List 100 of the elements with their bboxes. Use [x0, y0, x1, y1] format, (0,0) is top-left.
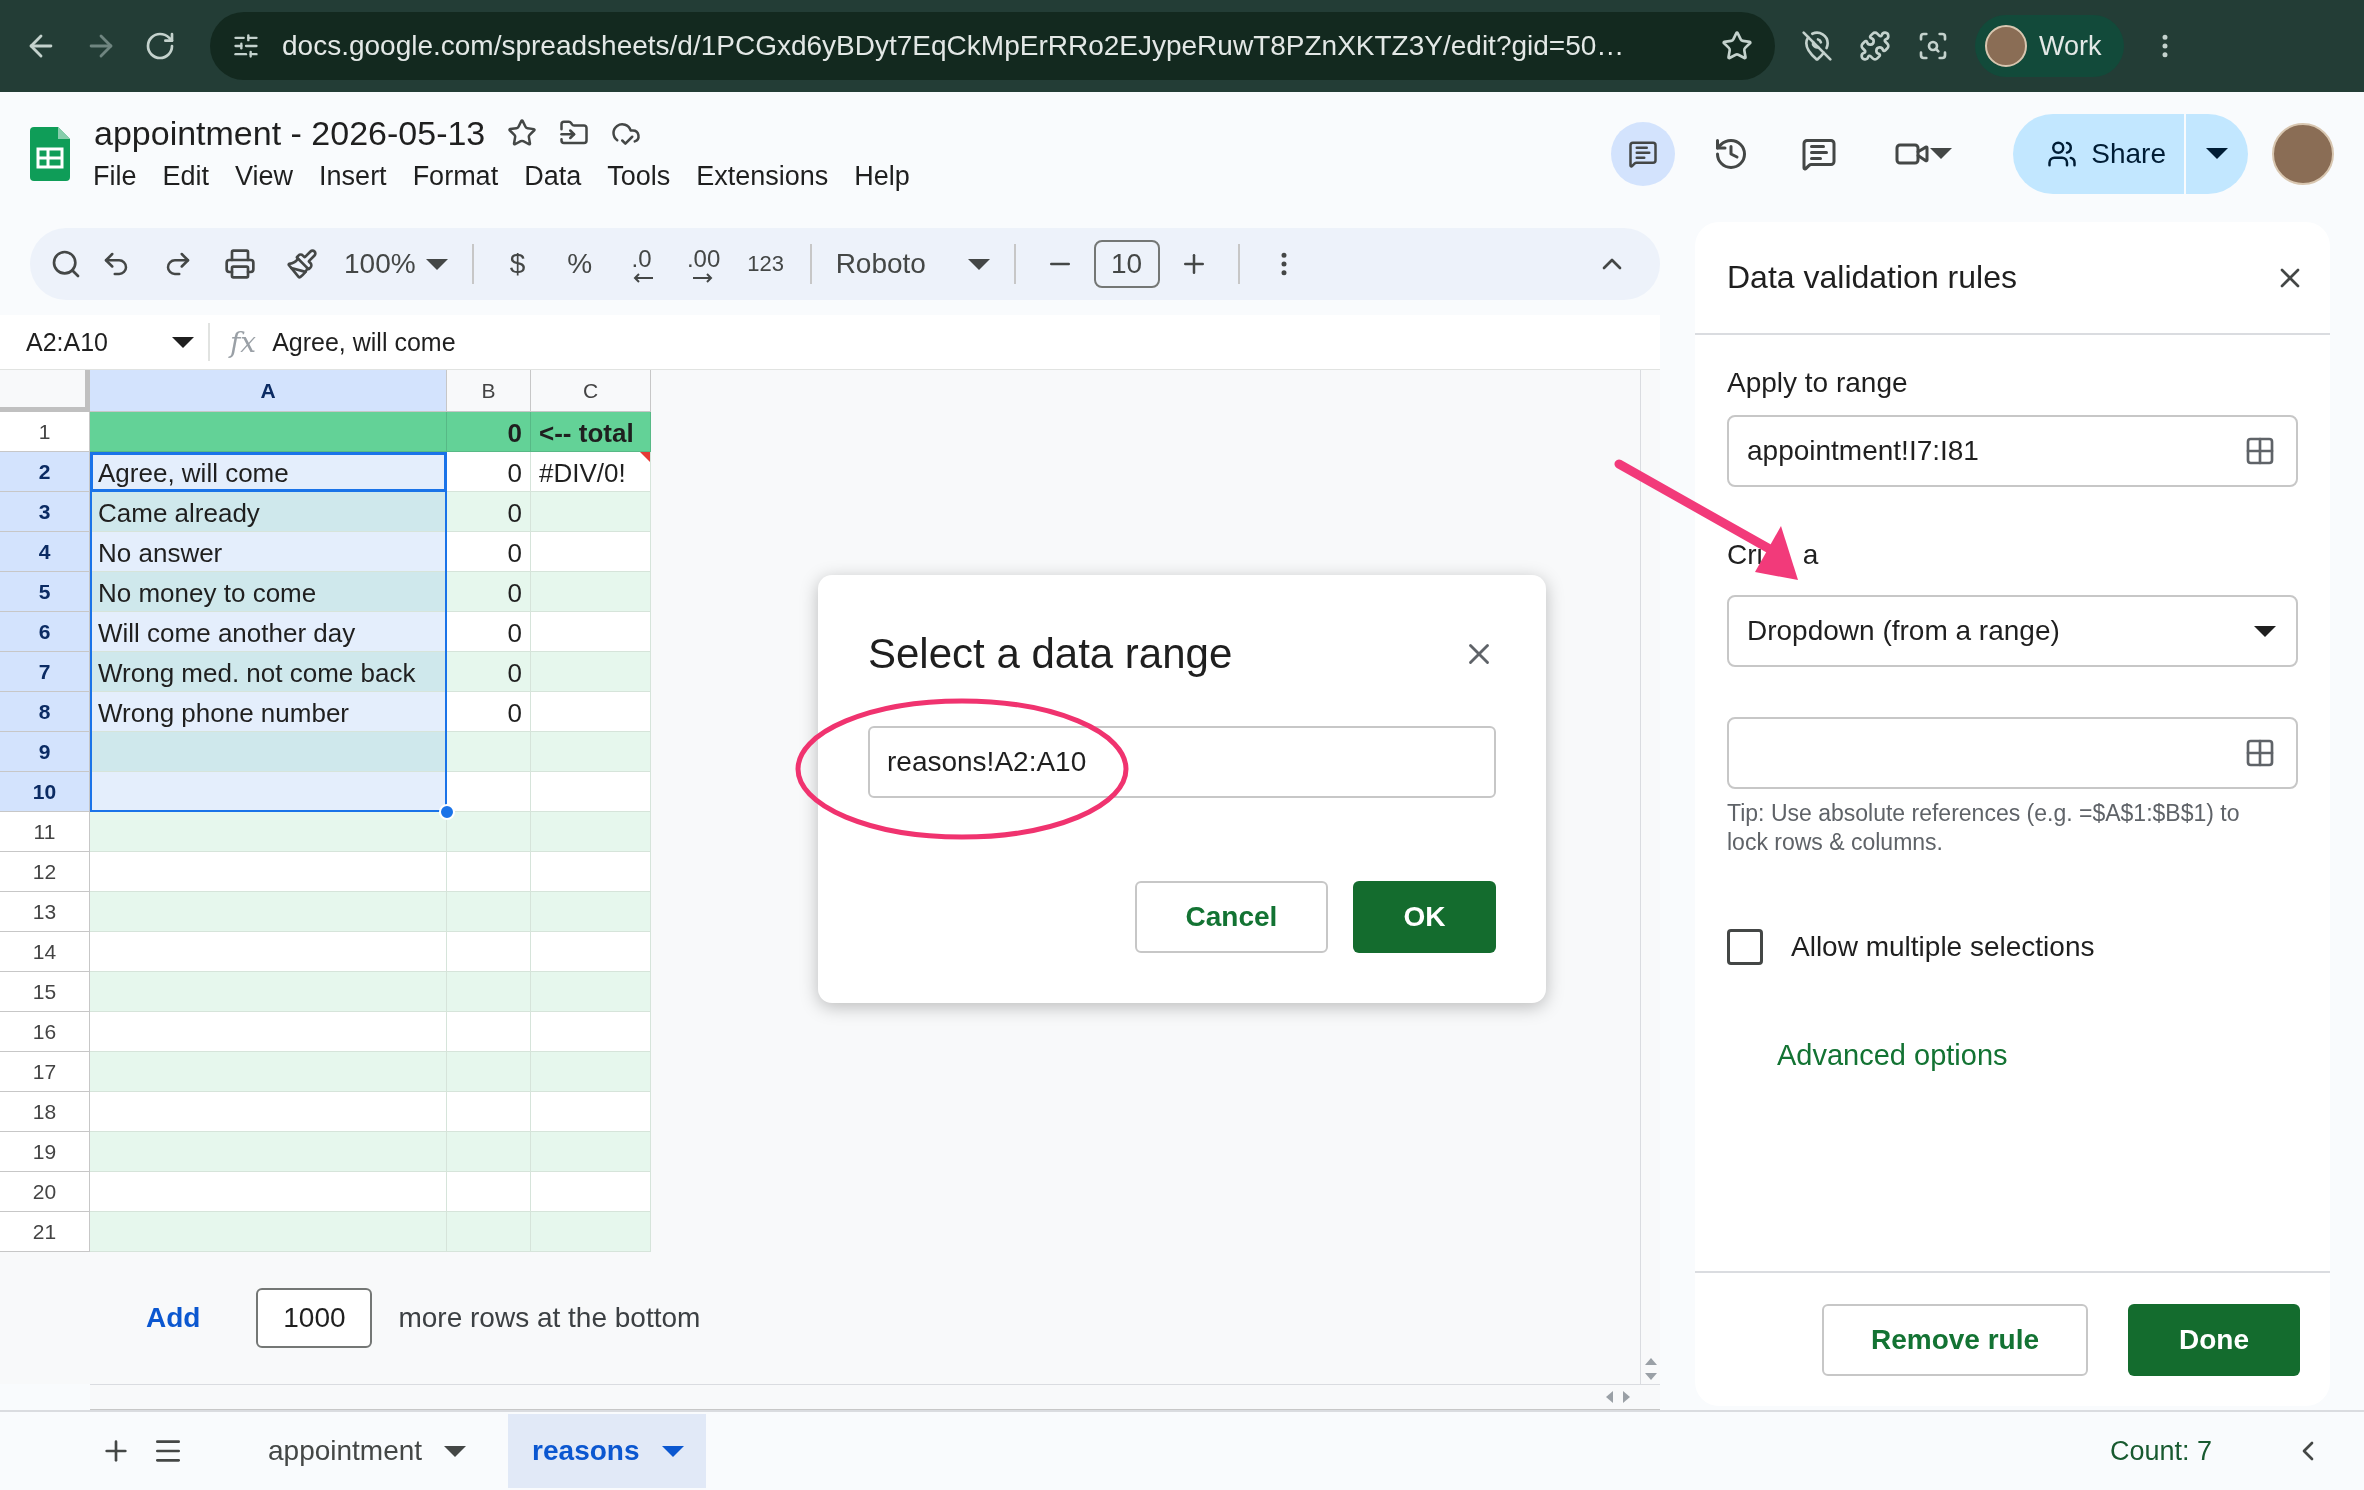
reload-icon[interactable] [144, 30, 176, 62]
row-header[interactable]: 7 [0, 652, 90, 692]
table-cell: 0 [447, 612, 531, 652]
checkbox[interactable] [1727, 928, 1763, 965]
sheet-tab[interactable]: appointment [244, 1414, 489, 1488]
pin-off-icon[interactable] [1801, 30, 1833, 62]
row-header[interactable]: 21 [0, 1212, 90, 1252]
document-title[interactable]: appointment - 2026-05-13 [94, 113, 486, 153]
print-icon[interactable] [224, 248, 256, 280]
table-cell: Wrong med. not come back [90, 652, 447, 692]
menu-item[interactable]: Extensions [683, 158, 842, 194]
menu-item[interactable]: Insert [306, 158, 400, 194]
function-label: fx [230, 325, 257, 359]
row-header[interactable]: 19 [0, 1132, 90, 1172]
field-label: Apply to range [1727, 367, 1909, 399]
avatar [1985, 25, 2027, 67]
range-field[interactable]: appointment!I7:I81 [1727, 415, 2298, 487]
row-header[interactable]: 14 [0, 932, 90, 972]
row-header[interactable]: 8 [0, 692, 90, 732]
row-header[interactable]: 15 [0, 972, 90, 1012]
table-cell: 0 [447, 572, 531, 612]
field-label: a [1802, 539, 1819, 571]
column-header[interactable]: A [90, 370, 447, 412]
search-icon[interactable] [50, 248, 82, 280]
ok-button[interactable]: OK [1353, 881, 1496, 953]
font-select[interactable]: Roboto [827, 236, 998, 292]
row-header[interactable]: 11 [0, 812, 90, 852]
table-cell: #DIV/0! [531, 452, 651, 492]
checkbox-label: Allow multiple selections [1791, 930, 2095, 963]
caret-icon [2206, 148, 2228, 159]
address-bar[interactable]: docs.google.com/spreadsheets/d/1PCGxd6yBDyt7EqCkMpErRRo2EJypeRuwT8PZnXKTZ3Y/edit?gid=50… [210, 12, 1775, 80]
row-header[interactable]: 6 [0, 612, 90, 652]
table-cell: No money to come [90, 572, 447, 612]
star-icon[interactable] [507, 118, 538, 148]
row-header[interactable]: 4 [0, 532, 90, 572]
status-count: Count: 7 [2109, 1435, 2212, 1467]
zoom-select[interactable]: 100% [336, 236, 456, 292]
increase-decimals-button[interactable]: .00 [675, 236, 732, 292]
vertical-scrollbar[interactable] [1640, 370, 1660, 1384]
sheet-tab[interactable]: reasons [508, 1414, 706, 1488]
caret-icon [967, 258, 990, 270]
grid-icon[interactable] [2244, 435, 2276, 467]
row-header[interactable]: 1 [0, 412, 90, 452]
add-rows-button[interactable]: Add [140, 1301, 207, 1335]
caret-icon [172, 336, 194, 348]
tip-text: Tip: Use absolute references (e.g. =$A$1:$B$1) to lock rows & columns. [1727, 799, 2241, 857]
caret-icon [425, 258, 448, 270]
right-arrow-icon [692, 273, 715, 283]
formula-field[interactable]: Agree, will come [272, 327, 456, 357]
menu-item[interactable]: Format [399, 158, 512, 194]
table-cell: Wrong phone number [90, 692, 447, 732]
site-settings-icon[interactable] [232, 32, 260, 60]
row-header[interactable]: 12 [0, 852, 90, 892]
table-cell: <-- total [531, 412, 651, 452]
row-header[interactable]: 9 [0, 732, 90, 772]
remove-rule-button[interactable]: Remove rule [1822, 1303, 2088, 1376]
range-field[interactable] [1727, 717, 2298, 789]
cancel-button[interactable]: Cancel [1135, 881, 1328, 953]
table-cell: 0 [447, 652, 531, 692]
column-header[interactable]: B [447, 370, 531, 412]
table-cell: Agree, will come [90, 452, 447, 492]
row-header[interactable]: 10 [0, 772, 90, 812]
menu-item[interactable]: File [80, 158, 150, 194]
bookmark-star-icon[interactable] [1721, 30, 1753, 62]
number-format[interactable]: 123 [747, 251, 784, 277]
table-cell: 0 [447, 692, 531, 732]
row-header[interactable]: 16 [0, 1012, 90, 1052]
criteria-dropdown[interactable]: Dropdown (from a range) [1727, 595, 2298, 667]
search-tab-icon[interactable] [1917, 30, 1949, 62]
menu-item[interactable]: Edit [149, 158, 223, 194]
menu-item[interactable]: Data [511, 158, 595, 194]
row-header[interactable]: 13 [0, 892, 90, 932]
column-header[interactable]: C [531, 370, 651, 412]
font-size-field[interactable]: 10 [1093, 240, 1160, 288]
caret-icon [444, 1445, 467, 1457]
row-count-field[interactable]: 1000 [256, 1288, 373, 1348]
decrease-decimals-button[interactable]: .0 [613, 236, 670, 292]
table-cell: Will come another day [90, 612, 447, 652]
menu-item[interactable]: View [222, 158, 307, 194]
table-cell: 0 [447, 412, 531, 452]
paint-format-icon[interactable] [286, 248, 318, 280]
row-header[interactable]: 3 [0, 492, 90, 532]
row-header[interactable]: 20 [0, 1172, 90, 1212]
row-header[interactable]: 18 [0, 1092, 90, 1132]
panel-title: Data validation rules [1727, 259, 2017, 296]
profile-button[interactable]: Work [1975, 15, 2124, 77]
row-header[interactable]: 17 [0, 1052, 90, 1092]
currency-format[interactable]: $ [509, 248, 526, 280]
menu-item[interactable]: Help [841, 158, 923, 194]
row-header[interactable]: 5 [0, 572, 90, 612]
sheets-logo [30, 126, 70, 181]
row-header[interactable]: 2 [0, 452, 90, 492]
menu-item[interactable]: Tools [594, 158, 684, 194]
percent-format[interactable]: % [567, 248, 593, 280]
done-button[interactable]: Done [2128, 1303, 2300, 1376]
range-input[interactable]: reasons!A2:A10 [868, 726, 1496, 798]
grid-icon[interactable] [2244, 737, 2276, 769]
advanced-options-link[interactable]: Advanced options [1777, 1038, 2008, 1072]
name-box[interactable]: A2:A10 [0, 323, 210, 361]
extensions-icon[interactable] [1859, 30, 1891, 62]
